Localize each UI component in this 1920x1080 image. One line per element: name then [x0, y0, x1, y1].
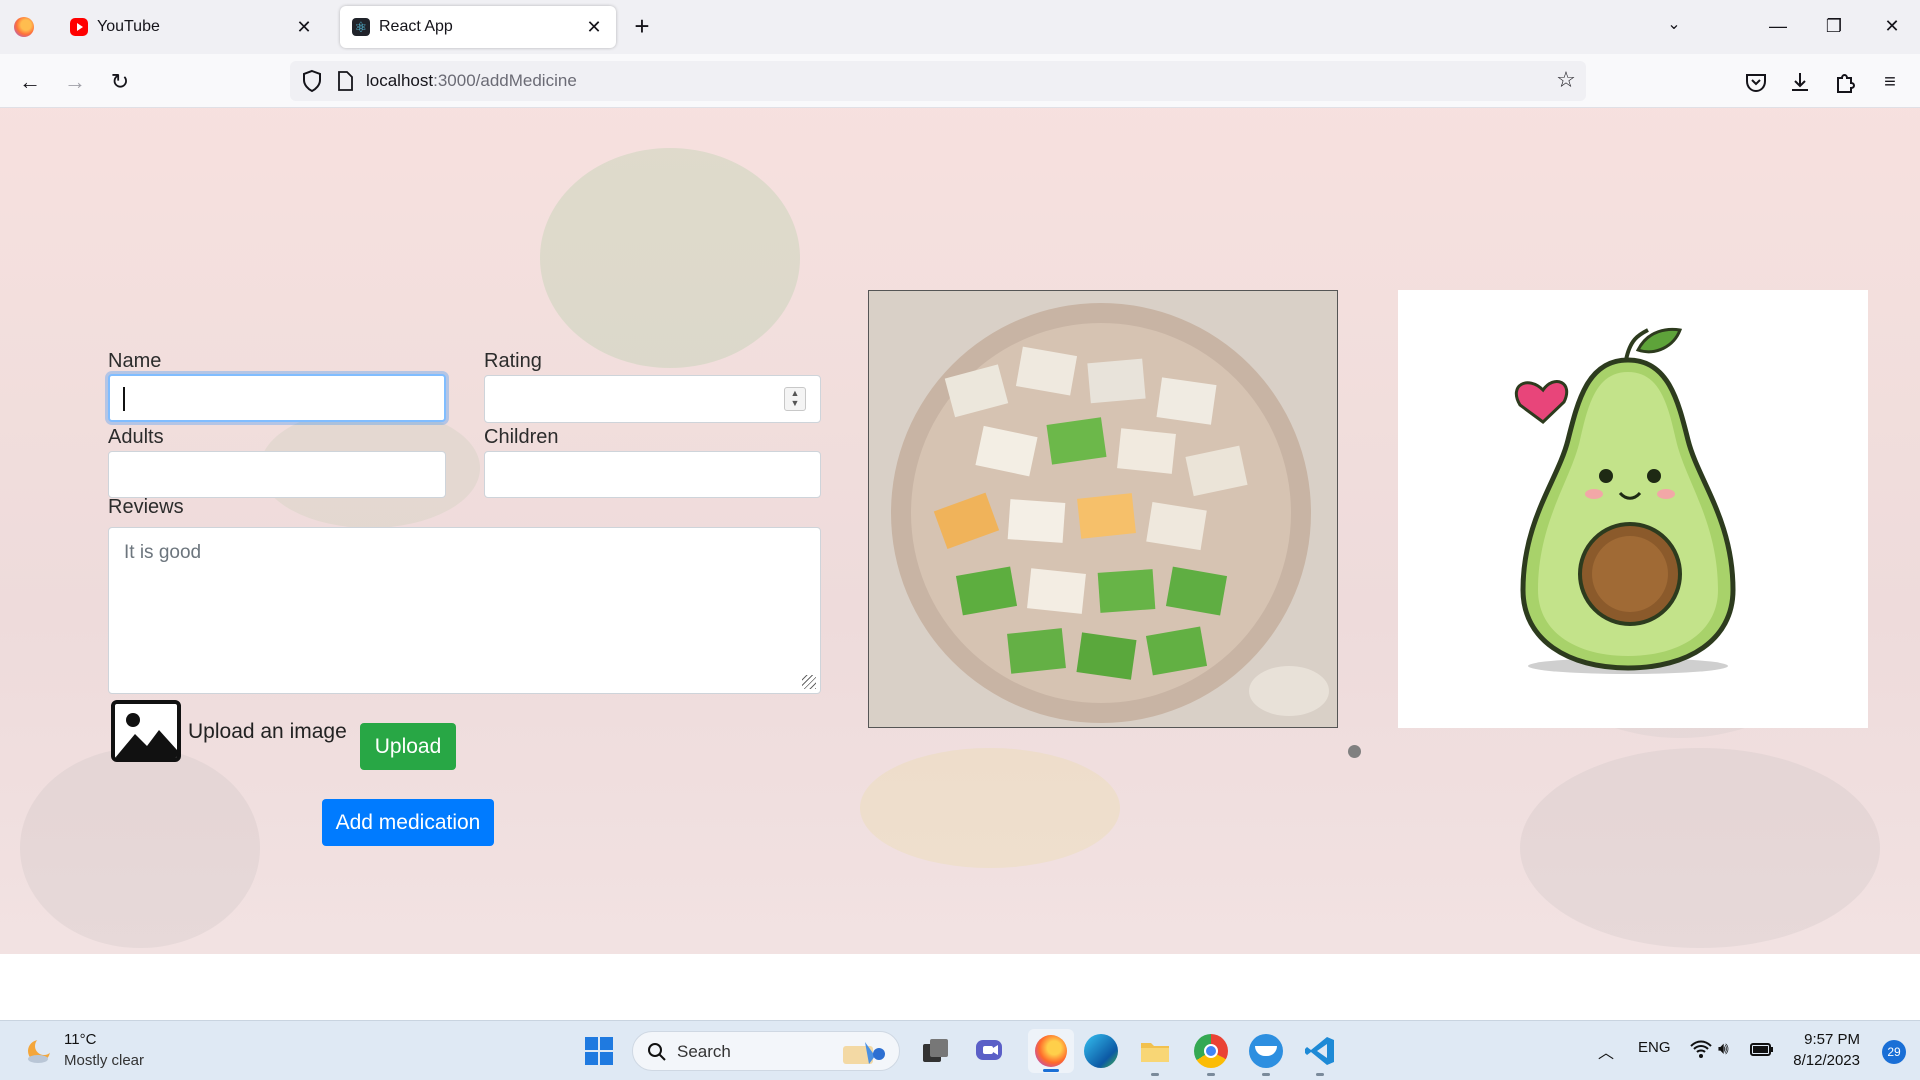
- browser-nav-bar: ← → ↻ localhost:3000/addMedicine ☆ ≡: [0, 54, 1920, 108]
- resize-grip-icon[interactable]: [802, 675, 816, 689]
- url-bar[interactable]: localhost:3000/addMedicine ☆: [290, 61, 1586, 101]
- pocket-icon[interactable]: [1742, 68, 1770, 96]
- running-indicator: [1316, 1073, 1324, 1076]
- bookmark-star-icon[interactable]: ☆: [1554, 69, 1578, 93]
- rating-label: Rating: [484, 350, 542, 372]
- weather-moon-icon[interactable]: [24, 1035, 54, 1065]
- carousel-indicator-dot[interactable]: [1348, 745, 1361, 758]
- number-spinner-icon[interactable]: ▲ ▼: [784, 387, 806, 411]
- docker-icon[interactable]: [1249, 1034, 1283, 1068]
- close-window-icon[interactable]: ✕: [1872, 10, 1912, 42]
- url-host: localhost: [366, 71, 434, 90]
- weather-temperature: 11°C: [64, 1031, 97, 1048]
- youtube-icon: [70, 18, 88, 36]
- extensions-puzzle-icon[interactable]: [1831, 68, 1859, 96]
- nougat-plate-image: [868, 290, 1338, 728]
- tab-title: YouTube: [97, 18, 160, 35]
- new-tab-button[interactable]: +: [628, 13, 656, 41]
- restore-icon[interactable]: ❐: [1814, 10, 1854, 42]
- reload-icon[interactable]: ↻: [104, 66, 136, 98]
- clock-time[interactable]: 9:57 PM: [1804, 1031, 1860, 1048]
- browser-tab-bar: YouTube ✕ ⚛ React App ✕ + ⌄ — ❐ ✕: [0, 0, 1920, 54]
- upload-button[interactable]: Upload: [360, 723, 456, 770]
- weather-condition: Mostly clear: [64, 1052, 145, 1069]
- url-text[interactable]: localhost:3000/addMedicine: [366, 71, 577, 91]
- avocado-illustration: [1398, 290, 1868, 728]
- clock-date[interactable]: 8/12/2023: [1793, 1052, 1860, 1069]
- page-info-icon[interactable]: [334, 70, 356, 92]
- react-icon: ⚛: [352, 18, 370, 36]
- tracking-protection-shield-icon[interactable]: [300, 69, 324, 93]
- search-placeholder: Search: [677, 1042, 731, 1061]
- edge-icon[interactable]: [1084, 1034, 1118, 1068]
- children-input[interactable]: [484, 451, 821, 498]
- input-language[interactable]: ENG: [1638, 1039, 1671, 1056]
- chrome-icon[interactable]: [1194, 1034, 1228, 1068]
- reviews-label: Reviews: [108, 496, 184, 518]
- children-label: Children: [484, 426, 559, 448]
- search-icon: [648, 1043, 666, 1061]
- wifi-icon[interactable]: [1690, 1039, 1712, 1059]
- adults-input[interactable]: [108, 451, 446, 498]
- adults-label: Adults: [108, 426, 164, 448]
- taskbar-search-box[interactable]: Search: [632, 1031, 900, 1071]
- file-explorer-icon[interactable]: [1138, 1034, 1172, 1068]
- back-arrow-icon[interactable]: ←: [14, 66, 46, 98]
- close-icon[interactable]: ✕: [292, 15, 316, 39]
- firefox-icon: [1035, 1035, 1067, 1067]
- hamburger-menu-icon[interactable]: ≡: [1876, 68, 1904, 96]
- firefox-menu-icon[interactable]: [14, 17, 34, 37]
- rating-input[interactable]: ▲ ▼: [484, 375, 821, 423]
- download-icon[interactable]: [1786, 68, 1814, 96]
- running-indicator: [1207, 1073, 1215, 1076]
- taskbar-item-firefox[interactable]: [1028, 1029, 1074, 1073]
- name-label: Name: [108, 350, 162, 372]
- close-icon[interactable]: ✕: [582, 15, 606, 39]
- windows-taskbar: 11°C Mostly clear Search ︿ ENG 🔊︎ 9:57 P…: [0, 1020, 1920, 1080]
- name-input[interactable]: [108, 374, 446, 422]
- reviews-value: It is good: [124, 542, 202, 563]
- show-hidden-icons-chevron-icon[interactable]: ︿: [1598, 1039, 1614, 1063]
- running-indicator: [1151, 1073, 1159, 1076]
- search-highlight-icon: [843, 1042, 885, 1064]
- tab-youtube[interactable]: YouTube ✕: [58, 6, 326, 48]
- volume-icon[interactable]: 🔊︎: [1718, 1039, 1729, 1059]
- upload-image-label: Upload an image: [188, 720, 347, 743]
- list-all-tabs-chevron-icon[interactable]: ⌄: [1662, 14, 1686, 38]
- vscode-icon[interactable]: [1303, 1034, 1337, 1068]
- tab-react-app[interactable]: ⚛ React App ✕: [340, 6, 616, 48]
- reviews-textarea[interactable]: It is good: [108, 527, 821, 694]
- tab-title: React App: [379, 18, 453, 35]
- battery-icon[interactable]: [1750, 1039, 1774, 1059]
- url-path: :3000/addMedicine: [433, 71, 577, 90]
- windows-start-icon[interactable]: [582, 1034, 616, 1068]
- minimize-icon[interactable]: —: [1758, 10, 1798, 42]
- text-caret: [123, 387, 125, 411]
- notification-badge[interactable]: 29: [1882, 1040, 1906, 1064]
- image-icon[interactable]: [111, 700, 181, 762]
- running-indicator: [1262, 1073, 1270, 1076]
- chat-icon[interactable]: [972, 1034, 1006, 1068]
- task-view-icon[interactable]: [918, 1034, 952, 1068]
- forward-arrow-icon[interactable]: →: [59, 66, 91, 98]
- add-medication-button[interactable]: Add medication: [322, 799, 494, 846]
